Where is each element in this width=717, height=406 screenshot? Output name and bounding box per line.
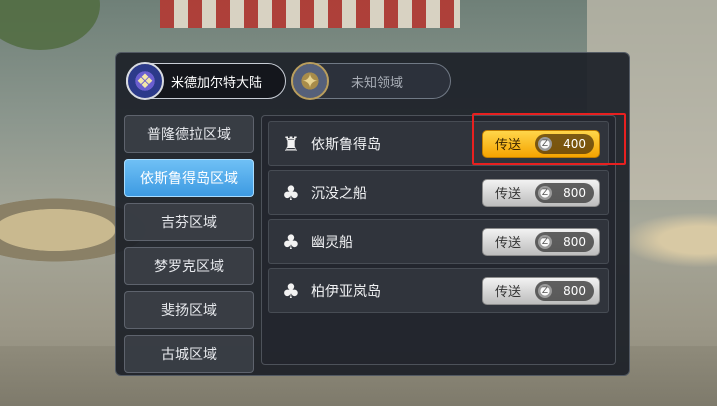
zone-prontera[interactable]: 普隆德拉区域 (124, 115, 254, 153)
zone-geffen[interactable]: 吉芬区域 (124, 203, 254, 241)
background-awning (160, 0, 460, 28)
forest-icon: ♣ (282, 229, 300, 254)
region-tab-unknown[interactable]: ✦ 未知领域 (291, 62, 451, 100)
zone-list: 普隆德拉区域 依斯鲁得岛区域 吉芬区域 梦罗克区域 斐扬区域 古城区域 (124, 115, 254, 379)
zone-ancient-castle[interactable]: 古城区域 (124, 335, 254, 373)
region-tab-label: 未知领域 (351, 75, 404, 91)
castle-icon: ♜ (282, 131, 300, 156)
cost-pill: Z 800 (535, 280, 594, 301)
teleport-button[interactable]: 传送 Z 800 (482, 227, 600, 256)
highlight-box (472, 113, 626, 165)
teleport-button[interactable]: 传送 Z 800 (482, 276, 600, 305)
destination-row: ♣ 幽灵船 传送 Z 800 (268, 219, 609, 264)
zeny-coin-icon: Z (538, 283, 552, 298)
unknown-emblem-icon: ✦ (291, 62, 329, 100)
zone-izlude[interactable]: 依斯鲁得岛区域 (124, 159, 254, 197)
cost-pill: Z 800 (535, 231, 594, 252)
destination-row: ♣ 沉没之船 传送 Z 800 (268, 170, 609, 215)
cost-pill: Z 800 (535, 182, 594, 203)
forest-icon: ♣ (282, 278, 300, 303)
zeny-coin-icon: Z (538, 185, 552, 200)
forest-icon: ♣ (282, 180, 300, 205)
teleport-label: 传送 (495, 285, 522, 300)
zone-payon[interactable]: 斐扬区域 (124, 291, 254, 329)
zone-morroc[interactable]: 梦罗克区域 (124, 247, 254, 285)
region-tab-midgard[interactable]: ❖ 米德加尔特大陆 (126, 62, 286, 100)
cost-value: 800 (563, 185, 586, 200)
cost-value: 800 (563, 234, 586, 249)
zeny-coin-icon: Z (538, 234, 552, 249)
cost-value: 800 (563, 283, 586, 298)
midgard-emblem-icon: ❖ (126, 62, 164, 100)
teleport-button[interactable]: 传送 Z 800 (482, 178, 600, 207)
teleport-label: 传送 (495, 187, 522, 202)
teleport-label: 传送 (495, 236, 522, 251)
background-tree (0, 0, 100, 50)
destination-row: ♣ 柏伊亚岚岛 传送 Z 800 (268, 268, 609, 313)
region-tab-label: 米德加尔特大陆 (171, 75, 263, 91)
teleport-panel: ❖ 米德加尔特大陆 ✦ 未知领域 普隆德拉区域 依斯鲁得岛区域 吉芬区域 梦罗克… (115, 52, 630, 376)
